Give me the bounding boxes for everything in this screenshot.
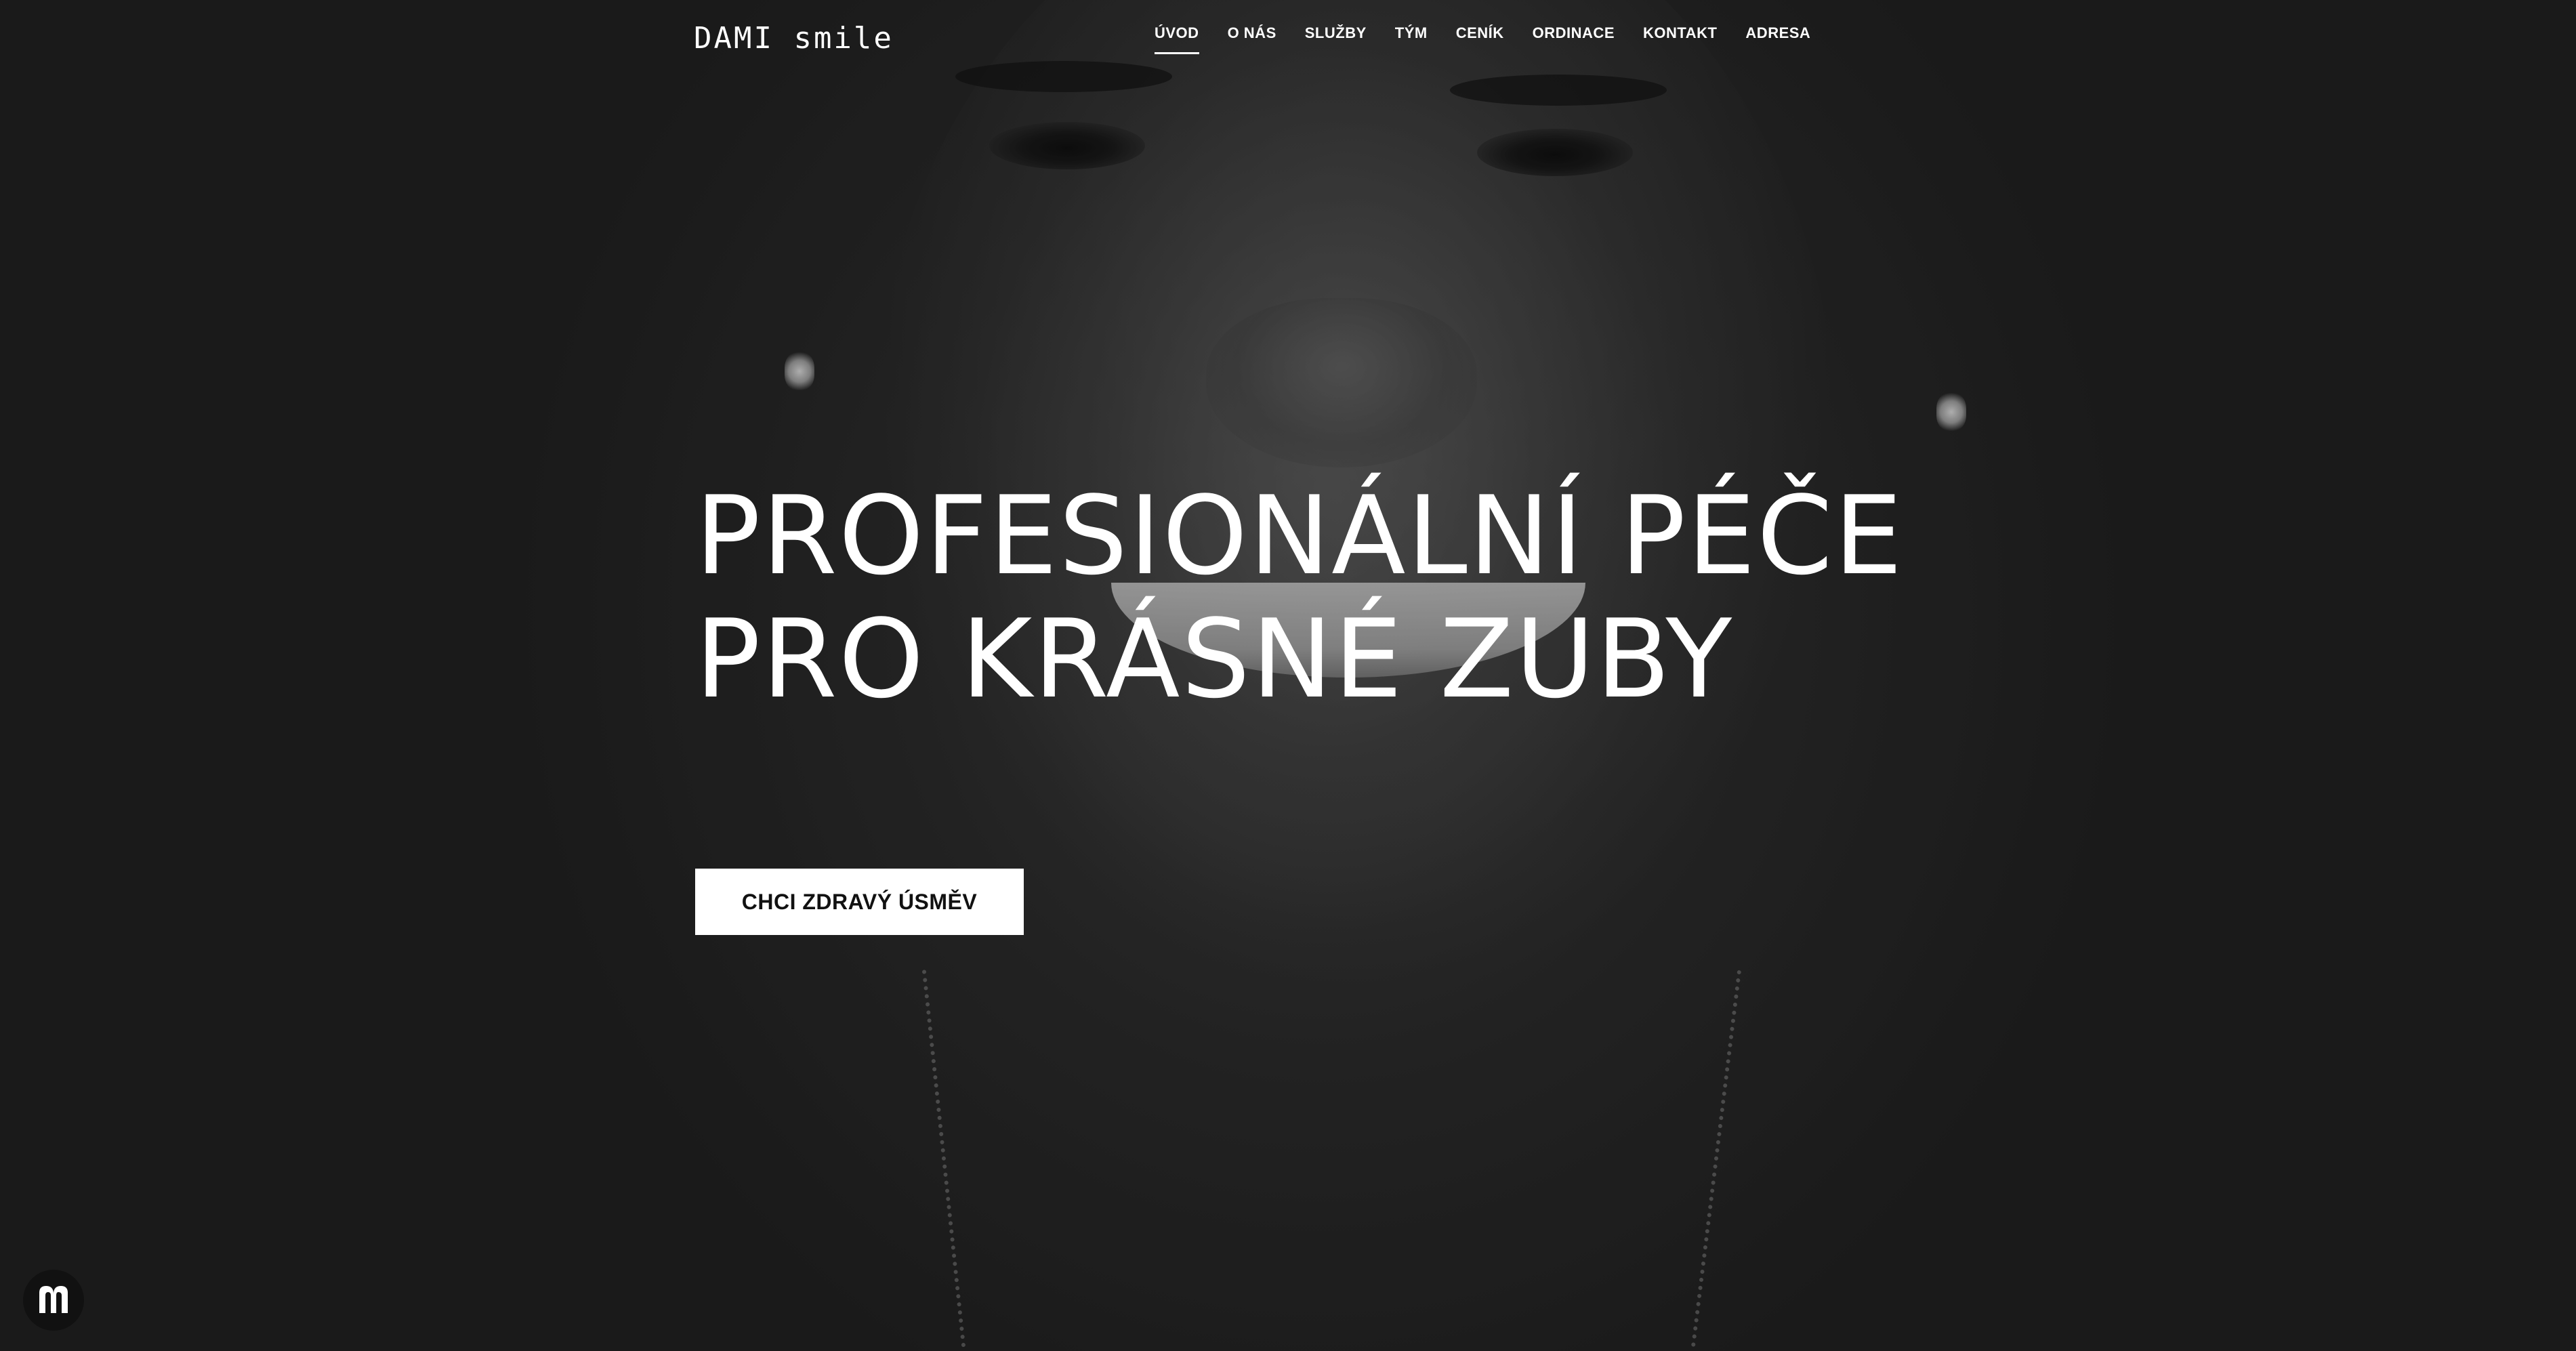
nav-item-tym[interactable]: TÝM	[1395, 24, 1428, 54]
nav-item-adresa[interactable]: ADRESA	[1745, 24, 1810, 54]
site-header: DAMI smile ÚVOD O NÁS SLUŽBY TÝM CENÍK O…	[694, 0, 1810, 75]
nav-item-sluzby[interactable]: SLUŽBY	[1305, 24, 1367, 54]
hero-headline-line-2: PRO KRÁSNÉ ZUBY	[695, 596, 1734, 722]
nav-item-cenik[interactable]: CENÍK	[1456, 24, 1504, 54]
m-logo-icon[interactable]	[23, 1270, 84, 1331]
m-logo-glyph	[39, 1286, 68, 1313]
hero-headline-line-1: PROFESIONÁLNÍ PÉČE	[695, 472, 1904, 599]
nav-item-o-nas[interactable]: O NÁS	[1228, 24, 1276, 54]
hero-headline: PROFESIONÁLNÍ PÉČE PRO KRÁSNÉ ZUBY	[695, 474, 1982, 721]
nav-item-kontakt[interactable]: KONTAKT	[1643, 24, 1717, 54]
main-nav: ÚVOD O NÁS SLUŽBY TÝM CENÍK ORDINACE KON…	[1155, 24, 1839, 54]
nav-item-uvod[interactable]: ÚVOD	[1155, 24, 1199, 54]
site-logo[interactable]: DAMI smile	[694, 18, 894, 58]
cta-button[interactable]: CHCI ZDRAVÝ ÚSMĚV	[695, 869, 1024, 935]
nav-item-ordinace[interactable]: ORDINACE	[1533, 24, 1615, 54]
